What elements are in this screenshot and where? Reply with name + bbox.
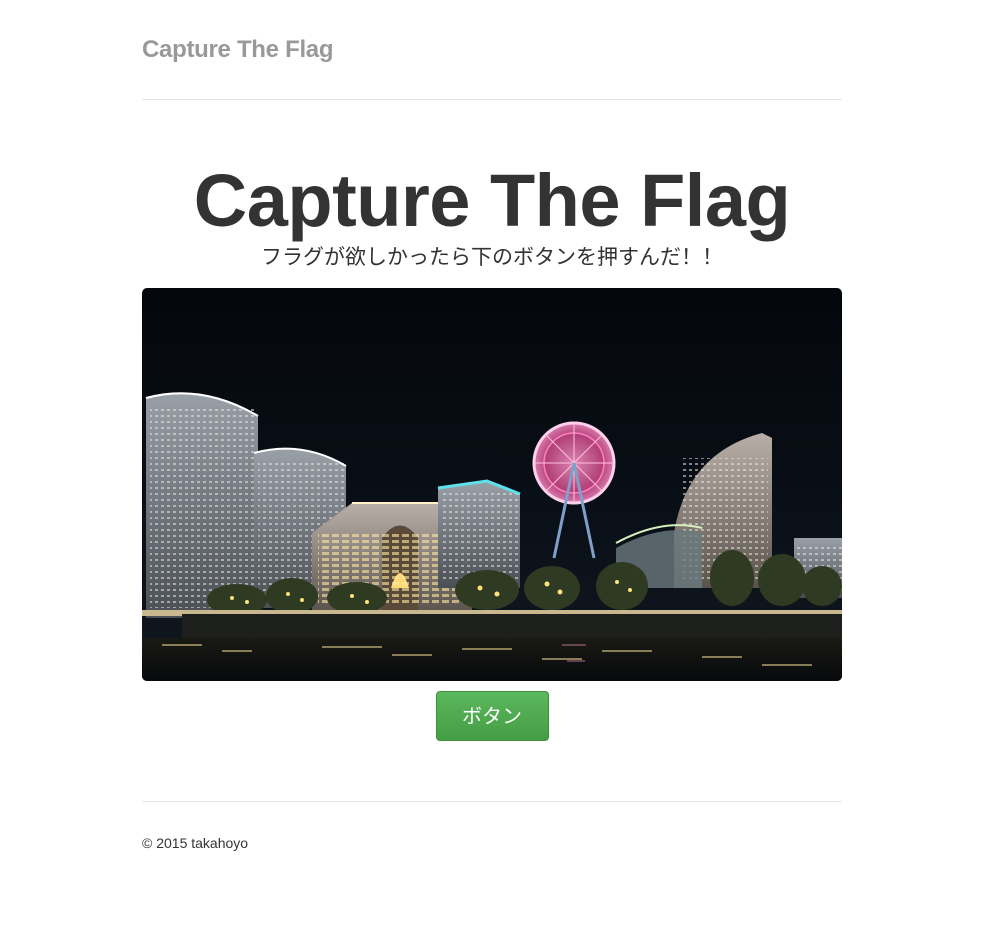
footer: © 2015 takahoyo — [142, 801, 842, 851]
button-row: ボタン — [142, 691, 842, 741]
flag-button[interactable]: ボタン — [435, 691, 549, 741]
night-city-photo — [142, 288, 842, 681]
jumbotron: Capture The Flag フラグが欲しかったら下のボタンを押すんだ！！ — [142, 100, 842, 681]
copyright-text: © 2015 takahoyo — [142, 835, 249, 851]
brand-title[interactable]: Capture The Flag — [142, 36, 334, 64]
header: Capture The Flag — [142, 0, 842, 100]
page-container: Capture The Flag Capture The Flag フラグが欲し… — [142, 0, 842, 851]
page-title: Capture The Flag — [193, 159, 791, 242]
lead-text: フラグが欲しかったら下のボタンを押すんだ！！ — [261, 245, 723, 269]
